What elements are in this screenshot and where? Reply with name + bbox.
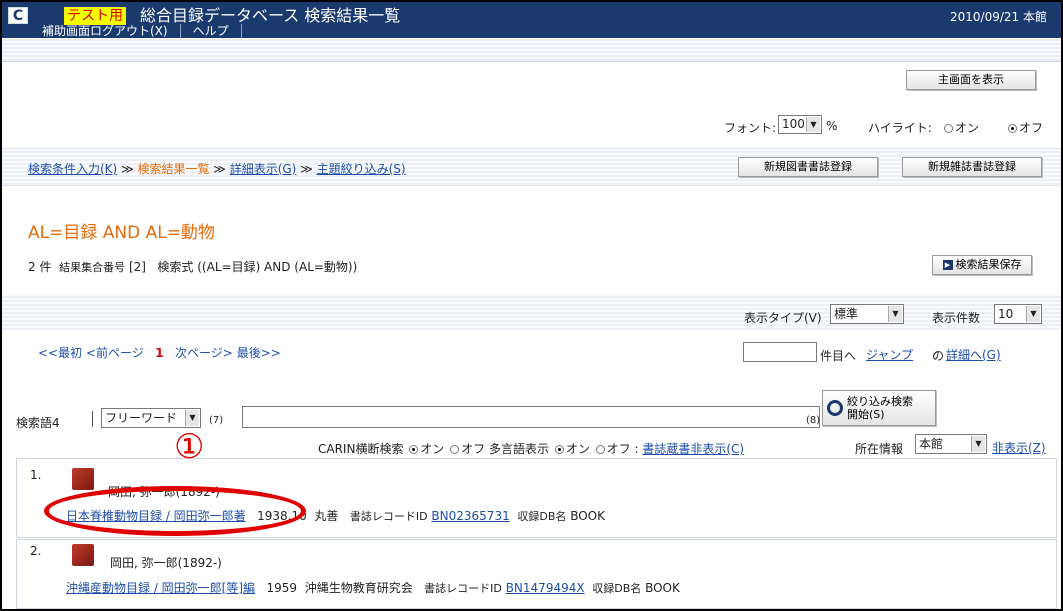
date-branch: 2010/09/21 本館 xyxy=(950,10,1047,24)
magnifier-icon xyxy=(827,400,843,416)
detail-link[interactable]: 詳細へ(G) xyxy=(946,346,1001,363)
breadcrumb-separator: ≫ xyxy=(300,162,313,176)
chevron-down-icon: ▼ xyxy=(888,306,902,322)
new-journal-record-button[interactable]: 新規雑誌書誌登録 xyxy=(902,157,1042,177)
pager: <<最初 <前ページ 1 次ページ> 最後>> xyxy=(38,344,281,361)
search-term-label: 検索語4 xyxy=(16,416,60,430)
chevron-down-icon: ▼ xyxy=(971,436,985,452)
breadcrumb-current: 検索結果一覧 xyxy=(137,162,210,176)
shortcut-8: (8) xyxy=(806,415,821,426)
pager-prev[interactable]: <前ページ xyxy=(86,346,144,360)
header-nav: 補助画面ログアウト(X) ヘルプ xyxy=(14,24,242,38)
result-number: 1. xyxy=(30,468,42,482)
pager-first[interactable]: <<最初 xyxy=(38,346,82,360)
search-field-select[interactable]: フリーワード ▼ xyxy=(101,408,201,428)
chevron-down-icon: ▼ xyxy=(1026,306,1040,322)
breadcrumb-separator: ≫ xyxy=(121,162,134,176)
chevron-down-icon: ▼ xyxy=(185,410,199,426)
shortcut-7: (7) xyxy=(209,415,224,426)
carin-off-radio-icon[interactable] xyxy=(450,445,460,454)
main-screen-button[interactable]: 主画面を表示 xyxy=(906,70,1036,90)
detail-prefix: の xyxy=(932,349,945,363)
view-type-select[interactable]: 標準 ▼ xyxy=(830,304,904,324)
breadcrumb-detail[interactable]: 詳細表示(G) xyxy=(230,162,297,176)
breadcrumb-search-input[interactable]: 検索条件入力(K) xyxy=(28,162,117,176)
help-link[interactable]: ヘルプ xyxy=(181,24,242,38)
divider xyxy=(92,411,93,427)
record-id-link[interactable]: BN1479494X xyxy=(506,581,585,595)
holdings-toggle-link[interactable]: 書誌蔵書非表示(C) xyxy=(642,442,744,456)
annotation-number: ① xyxy=(174,427,205,467)
result-author: 岡田, 弥一郎(1892-) xyxy=(110,556,222,570)
hide-location-link[interactable]: 非表示(Z) xyxy=(992,439,1046,456)
new-book-record-button[interactable]: 新規図書書誌登録 xyxy=(738,157,878,177)
view-type-label: 表示タイプ(V) xyxy=(744,311,822,325)
header-stripe xyxy=(2,38,1061,62)
carin-on-radio-icon[interactable] xyxy=(409,445,419,454)
test-badge: テスト用 xyxy=(64,7,126,25)
breadcrumb-subject[interactable]: 主題絞り込み(S) xyxy=(317,162,406,176)
chevron-down-icon: ▼ xyxy=(806,117,820,132)
pager-current: 1 xyxy=(155,346,164,360)
search-options-row: CARIN横断検索 オン オフ 多言語表示 オン オフ : 書誌蔵書非表示(C) xyxy=(318,442,745,456)
font-label: フォント: xyxy=(724,121,777,135)
result-item xyxy=(16,539,1057,609)
highlight-off-option[interactable]: オフ xyxy=(1006,119,1043,136)
annotation-ellipse xyxy=(44,486,306,536)
jump-suffix: 件目へ xyxy=(820,349,857,363)
query-heading: AL=目録 AND AL=動物 xyxy=(28,223,215,243)
font-unit: % xyxy=(826,119,838,133)
per-page-select[interactable]: 10 ▼ xyxy=(994,304,1042,324)
highlight-label: ハイライト: xyxy=(868,121,932,135)
per-page-label: 表示件数 xyxy=(932,311,981,325)
refine-search-input[interactable] xyxy=(242,406,820,428)
refine-search-button[interactable]: 絞り込み検索 開始(S) xyxy=(822,390,936,426)
radio-checked-icon[interactable] xyxy=(1008,124,1017,133)
result-title-link[interactable]: 沖縄産動物目録 / 岡田弥一郎[等]編 xyxy=(66,581,255,595)
play-icon: ▶ xyxy=(942,260,953,270)
highlight-on-option[interactable]: オン xyxy=(942,119,979,136)
multi-off-radio-icon[interactable] xyxy=(595,445,605,454)
book-icon xyxy=(72,468,94,490)
page-title: 総合目録データベース 検索結果一覧 xyxy=(140,6,401,25)
book-icon xyxy=(72,544,94,566)
result-line: 沖縄産動物目録 / 岡田弥一郎[等]編 1959 沖縄生物教育研究会 書誌レコー… xyxy=(66,581,680,595)
breadcrumb: 検索条件入力(K) ≫ 検索結果一覧 ≫ 詳細表示(G) ≫ 主題絞り込み(S) xyxy=(28,160,406,177)
multi-on-radio-icon[interactable] xyxy=(554,445,564,454)
logout-link[interactable]: 補助画面ログアウト(X) xyxy=(14,24,181,38)
location-select[interactable]: 本館 ▼ xyxy=(915,434,987,454)
jump-link[interactable]: ジャンプ xyxy=(866,346,913,363)
app-logo-icon: C xyxy=(8,7,28,24)
jump-number-input[interactable] xyxy=(743,342,817,362)
location-label: 所在情報 xyxy=(855,442,904,456)
radio-icon[interactable] xyxy=(944,124,953,133)
pager-next[interactable]: 次ページ> xyxy=(175,346,233,360)
save-results-button[interactable]: ▶ 検索結果保存 xyxy=(932,255,1032,275)
pager-last[interactable]: 最後>> xyxy=(237,346,281,360)
query-summary: 2 件 結果集合番号 [2] 検索式 ((AL=目録) AND (AL=動物)) xyxy=(28,260,358,274)
font-size-select[interactable]: 100 ▼ xyxy=(778,115,822,134)
breadcrumb-separator: ≫ xyxy=(213,162,226,176)
result-number: 2. xyxy=(30,544,42,558)
record-id-link[interactable]: BN02365731 xyxy=(431,509,509,523)
